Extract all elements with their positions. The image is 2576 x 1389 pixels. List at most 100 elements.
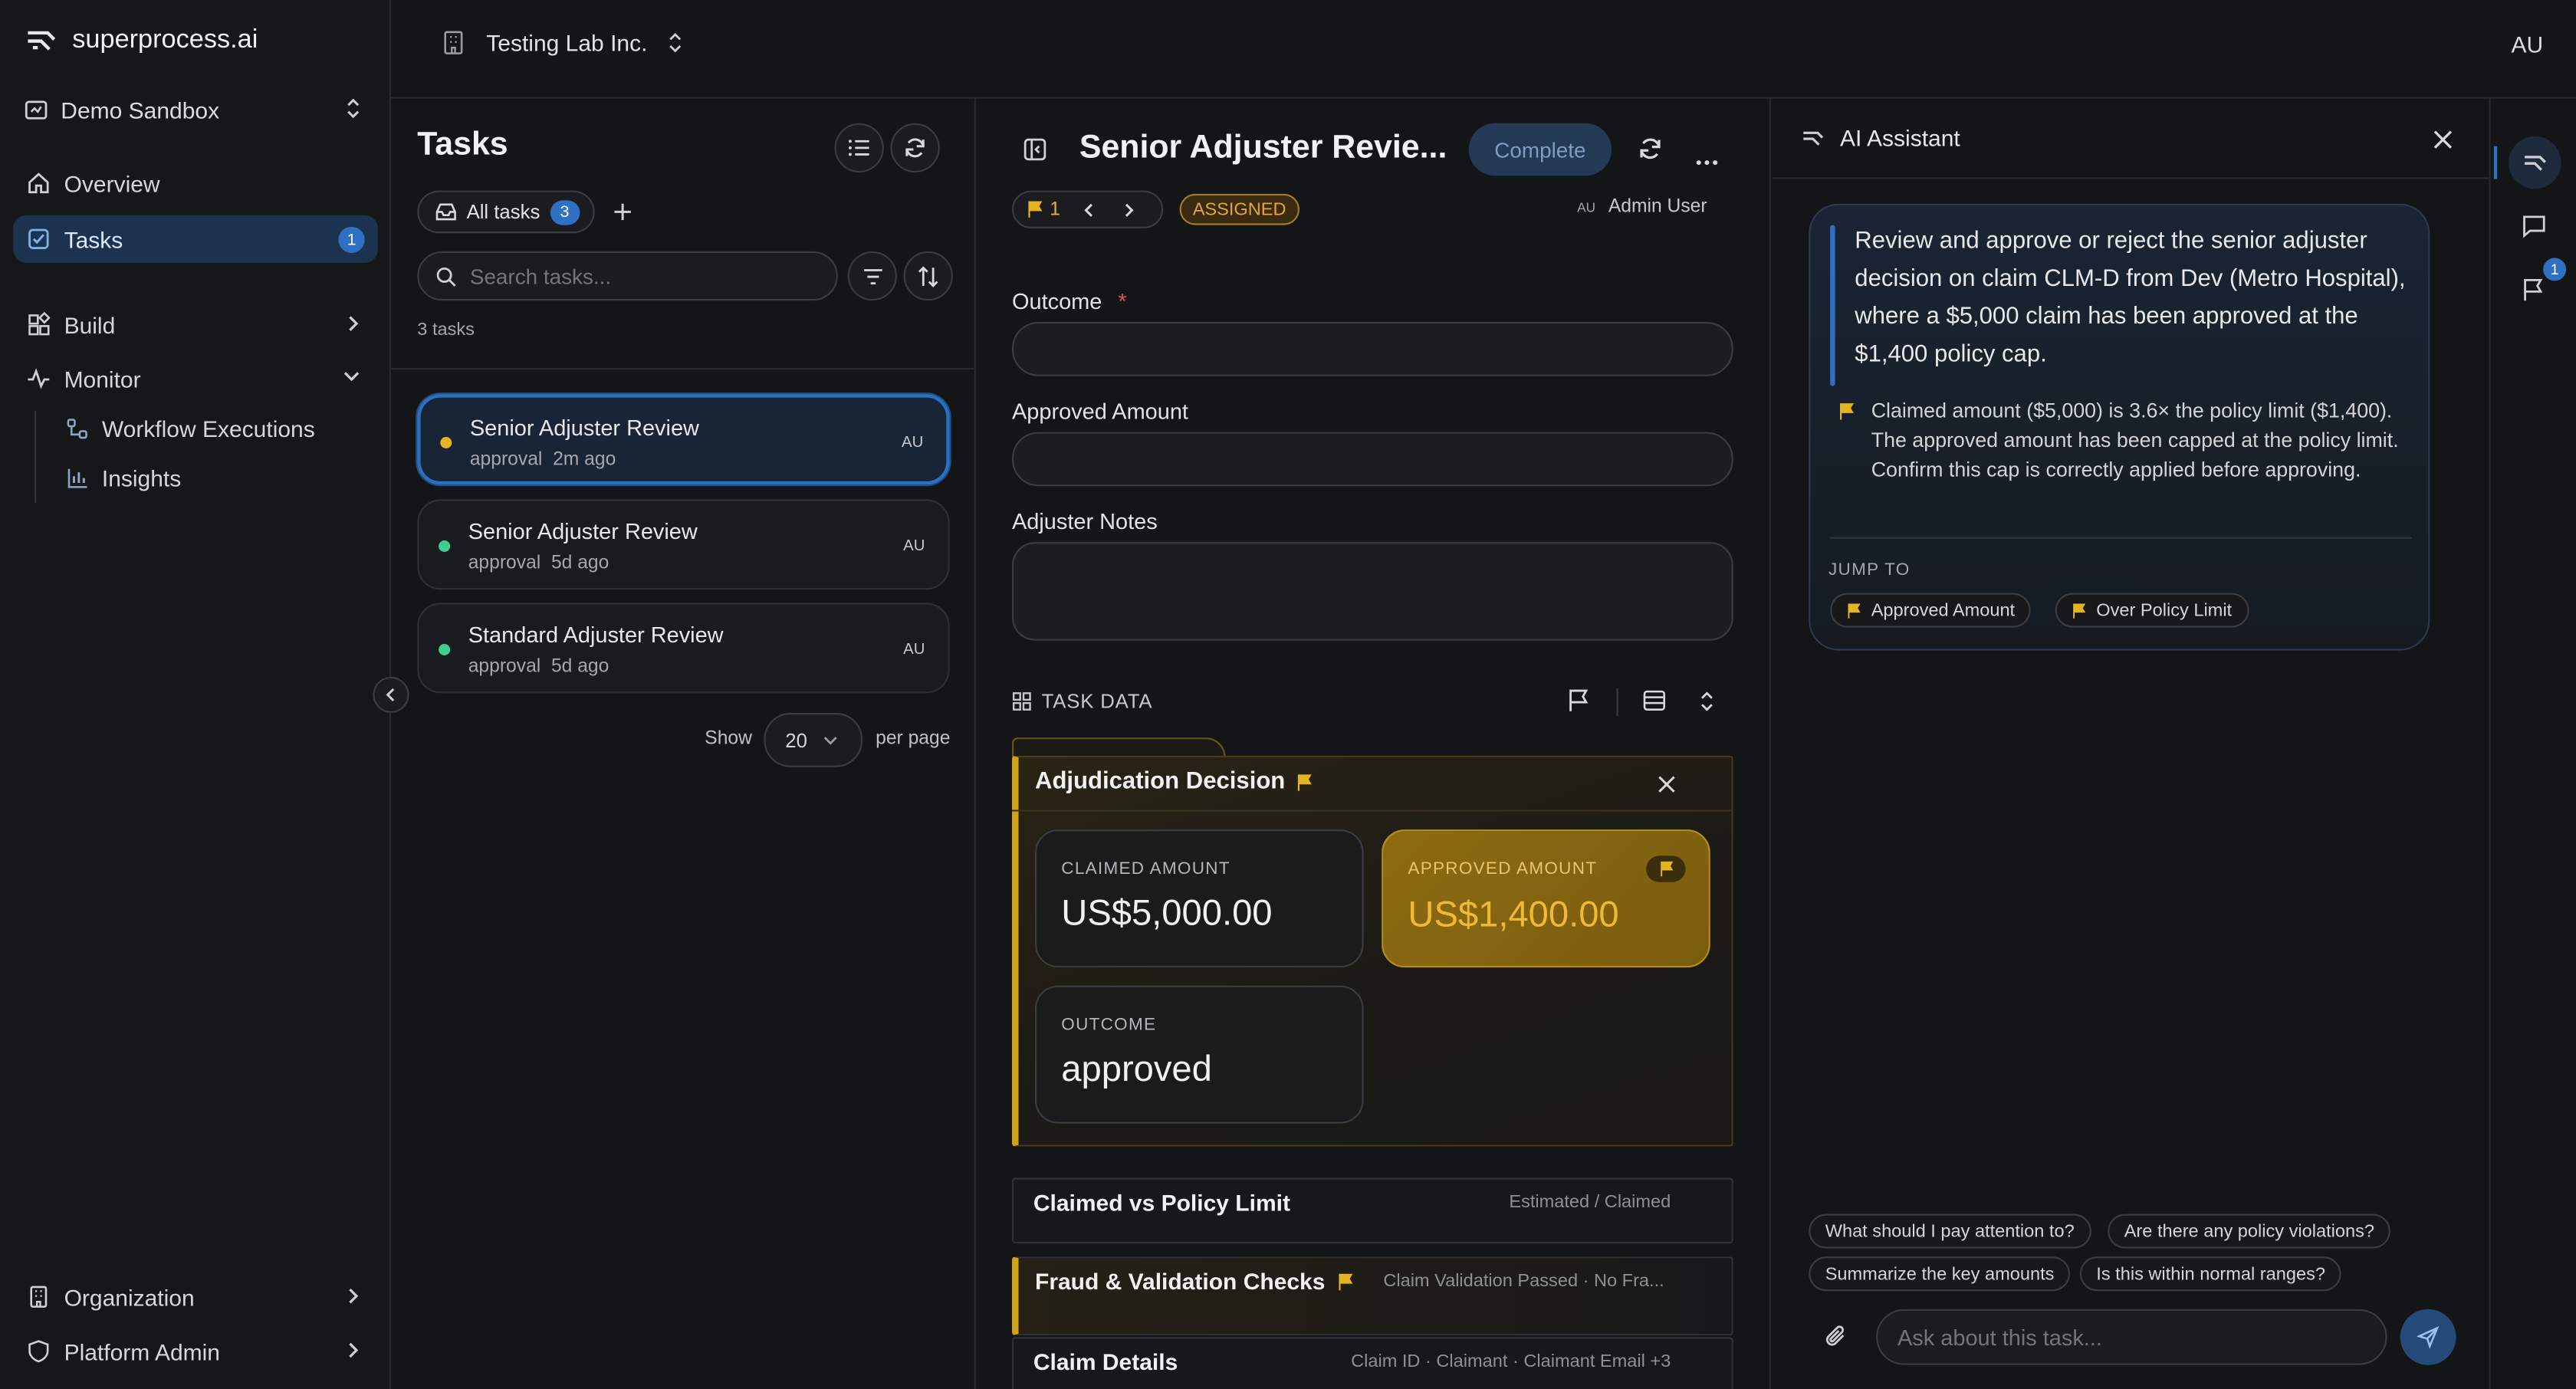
- search-input[interactable]: [469, 263, 815, 289]
- fraud-validation-section[interactable]: Fraud & Validation Checks Claim Validati…: [1012, 1256, 1733, 1336]
- filter-button[interactable]: [847, 251, 897, 301]
- search-box: [417, 251, 838, 301]
- jump-link-over-policy-limit[interactable]: Over Policy Limit: [2055, 593, 2249, 628]
- flag-icon: [1658, 861, 1673, 877]
- claimed-amount-card: CLAIMED AMOUNT US$5,000.00: [1035, 829, 1364, 968]
- shield-icon: [26, 1338, 51, 1363]
- task-card[interactable]: Senior Adjuster Review approval 5d ago A…: [417, 499, 950, 590]
- chevron-updown-icon: [667, 31, 683, 54]
- add-view-button[interactable]: [606, 195, 639, 228]
- all-tasks-filter[interactable]: All tasks 3: [417, 190, 595, 234]
- send-icon: [2417, 1325, 2440, 1349]
- approved-amount-card[interactable]: APPROVED AMOUNT US$1,400.00: [1382, 829, 1710, 968]
- panel-left-icon: [1022, 136, 1048, 163]
- nav-overview-label: Overview: [64, 169, 160, 197]
- claimed-vs-policy-section[interactable]: Claimed vs Policy Limit Estimated / Clai…: [1012, 1177, 1733, 1244]
- task-data-label: TASK DATA: [1041, 690, 1153, 713]
- collapse-sidebar-button[interactable]: [373, 676, 409, 713]
- suggestion-chip[interactable]: What should I pay attention to?: [1809, 1213, 2091, 1249]
- org-switcher[interactable]: Testing Lab Inc.: [440, 30, 683, 56]
- list-view-button[interactable]: [834, 123, 884, 172]
- rail-comments-button[interactable]: [2522, 214, 2546, 247]
- nav-organization[interactable]: Organization: [13, 1273, 378, 1321]
- close-section-button[interactable]: [1658, 772, 1676, 802]
- plus-icon: [613, 202, 632, 222]
- rail-assistant-button[interactable]: [2509, 136, 2561, 189]
- user-avatar[interactable]: AU: [2511, 31, 2543, 57]
- brand[interactable]: superprocess.ai: [26, 26, 258, 56]
- status-dot: [440, 437, 452, 448]
- prev-flag-button[interactable]: [1083, 202, 1096, 218]
- suggestion-chip[interactable]: Are there any policy violations?: [2108, 1213, 2391, 1249]
- layout-toggle-button[interactable]: [1643, 690, 1666, 720]
- task-count: 3 tasks: [417, 320, 475, 340]
- complete-button[interactable]: Complete: [1468, 123, 1612, 176]
- building-icon: [440, 30, 466, 56]
- org-name: Testing Lab Inc.: [486, 29, 648, 56]
- workspace-switcher[interactable]: Demo Sandbox: [25, 94, 366, 126]
- nav-workflow-executions-label: Workflow Executions: [101, 415, 315, 442]
- rail-flags-button[interactable]: [2522, 277, 2545, 310]
- section-title: Claimed vs Policy Limit: [1033, 1189, 1290, 1216]
- chevron-updown-icon: [1699, 690, 1715, 713]
- flag-icon: [1027, 200, 1043, 218]
- close-icon: [1658, 775, 1676, 793]
- sort-icon: [917, 265, 940, 287]
- close-assistant-button[interactable]: [2433, 128, 2453, 158]
- task-title: Standard Adjuster Review: [468, 622, 724, 648]
- refresh-task-button[interactable]: [1638, 136, 1662, 169]
- bar-chart-icon: [66, 466, 89, 489]
- nav-build[interactable]: Build: [13, 300, 378, 348]
- expand-collapse-button[interactable]: [1699, 690, 1715, 721]
- approved-amount-label: APPROVED AMOUNT: [1408, 859, 1598, 879]
- list-icon: [848, 138, 871, 158]
- task-card[interactable]: Standard Adjuster Review approval 5d ago…: [417, 603, 950, 694]
- outcome-field[interactable]: [1012, 322, 1733, 376]
- task-detail-title: Senior Adjuster Revie...: [1079, 130, 1447, 166]
- sidebar: superprocess.ai Demo Sandbox Overview Ta…: [0, 0, 391, 1389]
- sort-button[interactable]: [903, 251, 953, 301]
- approved-amount-field[interactable]: [1012, 432, 1733, 487]
- assistant-header: AI Assistant: [1802, 125, 1960, 151]
- suggestion-chip[interactable]: Summarize the key amounts: [1809, 1256, 2071, 1292]
- nav-overview[interactable]: Overview: [13, 159, 378, 207]
- next-flag-button[interactable]: [1122, 202, 1135, 218]
- home-icon: [26, 171, 51, 195]
- nav-workflow-executions[interactable]: Workflow Executions: [53, 404, 378, 452]
- attach-button[interactable]: [1824, 1324, 1848, 1357]
- nav-monitor-label: Monitor: [64, 365, 141, 392]
- claimed-amount-value: US$5,000.00: [1061, 892, 1273, 934]
- send-button[interactable]: [2400, 1309, 2456, 1365]
- toggle-panel-button[interactable]: [1022, 136, 1048, 171]
- workspace-name: Demo Sandbox: [61, 97, 220, 123]
- jump-link-approved-amount[interactable]: Approved Amount: [1830, 593, 2032, 628]
- ellipsis-icon: [1695, 159, 1718, 166]
- adjuster-notes-textarea[interactable]: [1012, 542, 1733, 641]
- divider: [1616, 688, 1618, 717]
- refresh-tasks-button[interactable]: [890, 123, 940, 172]
- close-icon: [2433, 130, 2453, 149]
- assistant-logo-icon: [2523, 153, 2546, 172]
- claim-details-section[interactable]: Claim Details Claim ID · Claimant · Clai…: [1012, 1337, 1733, 1389]
- status-dot: [439, 644, 451, 655]
- nav-tasks[interactable]: Tasks 1: [13, 215, 378, 263]
- nav-platform-admin[interactable]: Platform Admin: [13, 1327, 378, 1374]
- grid-icon: [1012, 691, 1032, 711]
- active-indicator: [2493, 146, 2498, 179]
- flags-count-badge: 1: [2543, 258, 2567, 281]
- suggestion-chip[interactable]: Is this within normal ranges?: [2079, 1256, 2342, 1292]
- nav-monitor[interactable]: Monitor: [13, 355, 378, 402]
- chevron-right-icon: [345, 314, 361, 333]
- task-card[interactable]: Senior Adjuster Review approval 2m ago A…: [417, 394, 950, 485]
- build-icon: [26, 312, 51, 337]
- assistant-input[interactable]: [1898, 1325, 2366, 1350]
- flags-filter-button[interactable]: [1567, 688, 1590, 721]
- page-size-select[interactable]: 20: [764, 713, 863, 767]
- flag-count: 1: [1050, 199, 1061, 220]
- flag-icon: [1336, 1272, 1352, 1291]
- more-options-button[interactable]: [1695, 145, 1718, 175]
- assistant-warning: Claimed amount ($5,000) is 3.6× the poli…: [1871, 399, 2399, 481]
- building-icon: [26, 1285, 51, 1309]
- nav-insights[interactable]: Insights: [53, 453, 378, 501]
- workspace-icon: [25, 99, 48, 122]
